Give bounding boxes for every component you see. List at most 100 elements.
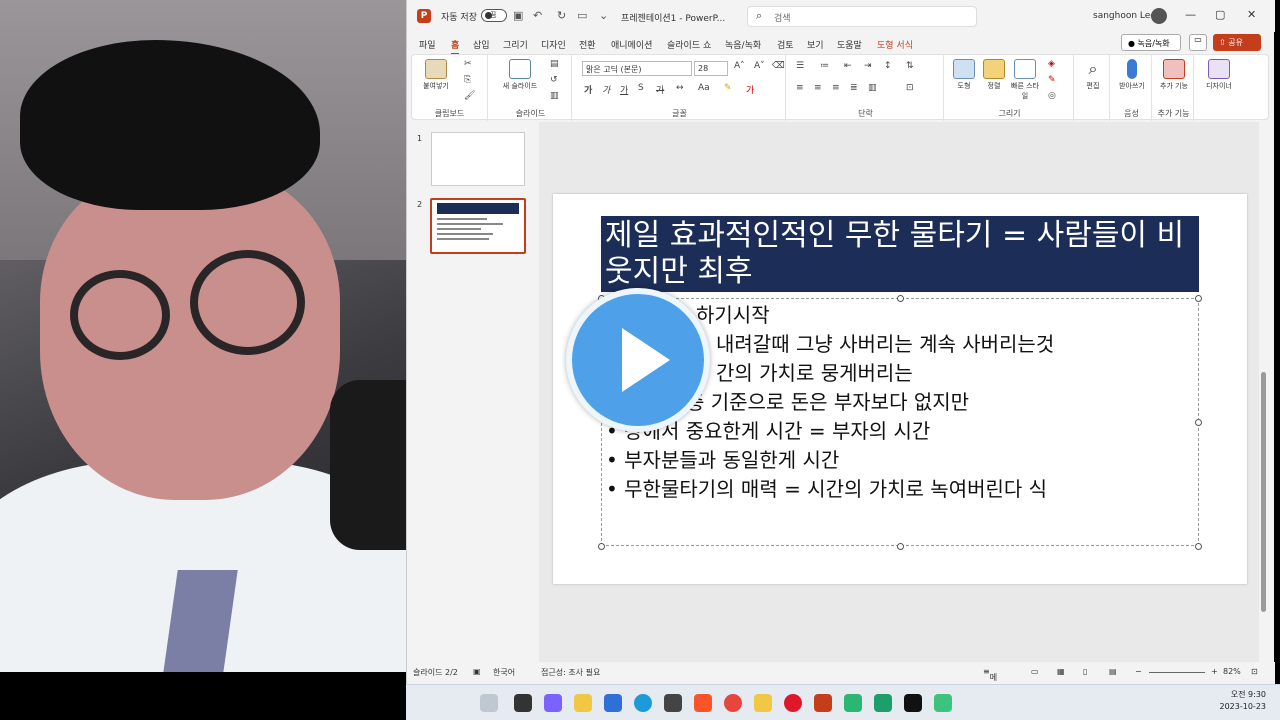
highlight-icon[interactable]: ✎	[724, 83, 732, 93]
weather-icon[interactable]	[480, 694, 498, 712]
copy-icon[interactable]: ⎘	[464, 75, 471, 85]
norton-icon[interactable]	[754, 694, 772, 712]
app-icon[interactable]	[844, 694, 862, 712]
slide-thumbnail-2[interactable]	[430, 198, 526, 254]
line-spacing-icon[interactable]: ↕	[884, 61, 892, 71]
bold-icon[interactable]: 가	[584, 83, 592, 96]
close-icon[interactable]: ✕	[1247, 8, 1256, 21]
shape-outline-icon[interactable]: ✎	[1048, 75, 1056, 85]
font-color-icon[interactable]: 가	[746, 83, 754, 96]
decrease-indent-icon[interactable]: ⇤	[844, 61, 852, 71]
designer-button[interactable]: 디자이너	[1200, 59, 1238, 91]
slide-sorter-icon[interactable]: ▦	[1057, 667, 1065, 676]
task-view-icon[interactable]	[514, 694, 532, 712]
slide-thumbnail-1[interactable]	[431, 132, 525, 186]
redo-icon[interactable]: ↻	[557, 9, 566, 22]
text-direction-icon[interactable]: ⇅	[906, 61, 914, 71]
font-size-select[interactable]: 28	[694, 61, 728, 76]
tab-shape-format[interactable]: 도형 서식	[877, 38, 913, 51]
share-button[interactable]: ⇧ 공유	[1213, 34, 1261, 51]
grow-font-icon[interactable]: A˄	[734, 61, 745, 71]
shape-effects-icon[interactable]: ◎	[1048, 91, 1056, 101]
align-right-icon[interactable]: ≡	[832, 83, 840, 93]
app-icon[interactable]	[934, 694, 952, 712]
minimize-icon[interactable]: —	[1185, 8, 1196, 21]
fit-slide-icon[interactable]: ⊡	[1251, 667, 1258, 676]
zoom-slider[interactable]	[1149, 672, 1205, 673]
addins-button[interactable]: 추가 기능	[1158, 59, 1190, 91]
present-icon[interactable]: ▭	[577, 9, 587, 22]
tab-insert[interactable]: 삽입	[473, 38, 490, 51]
language[interactable]: 한국어	[493, 667, 515, 678]
save-icon[interactable]: ▣	[513, 9, 523, 22]
tab-transitions[interactable]: 전환	[579, 38, 596, 51]
resize-handle[interactable]	[897, 295, 904, 302]
layout-icon[interactable]: ▤	[550, 59, 559, 69]
numbering-icon[interactable]: ≔	[820, 61, 829, 71]
powerpoint-taskbar-icon[interactable]	[814, 694, 832, 712]
maximize-icon[interactable]: ▢	[1215, 8, 1225, 21]
edge-icon[interactable]	[634, 694, 652, 712]
brave-icon[interactable]	[694, 694, 712, 712]
normal-view-icon[interactable]: ▭	[1031, 667, 1039, 676]
zoom-in-icon[interactable]: +	[1211, 667, 1218, 676]
tab-view[interactable]: 보기	[807, 38, 824, 51]
zoom-level[interactable]: 82%	[1223, 667, 1241, 676]
vertical-scrollbar[interactable]	[1259, 122, 1269, 662]
tab-file[interactable]: 파일	[419, 38, 436, 51]
record-button[interactable]: ● 녹음/녹화	[1121, 34, 1181, 51]
font-name-select[interactable]: 맑은 고딕 (본문)	[582, 61, 692, 76]
opera-icon[interactable]	[784, 694, 802, 712]
align-center-icon[interactable]: ≡	[814, 83, 822, 93]
resize-handle[interactable]	[1195, 543, 1202, 550]
chrome-icon[interactable]	[724, 694, 742, 712]
spacing-icon[interactable]: ↔	[676, 83, 684, 93]
system-clock[interactable]: 오전 9:30 2023-10-23	[1220, 689, 1267, 713]
tab-animations[interactable]: 애니메이션	[611, 38, 652, 51]
resize-handle[interactable]	[897, 543, 904, 550]
resize-handle[interactable]	[1195, 295, 1202, 302]
shape-fill-icon[interactable]: ◈	[1048, 59, 1055, 69]
tab-help[interactable]: 도움말	[837, 38, 862, 51]
underline-icon[interactable]: 가	[620, 83, 628, 96]
search-input[interactable]: ⌕ 검색	[747, 6, 977, 27]
resize-handle[interactable]	[598, 543, 605, 550]
accessibility-status[interactable]: 접근성: 조사 필요	[541, 667, 600, 678]
tab-slideshow[interactable]: 슬라이드 쇼	[667, 38, 711, 51]
tab-design[interactable]: 디자인	[541, 38, 566, 51]
avatar[interactable]	[1151, 8, 1167, 24]
tab-home[interactable]: 홈	[451, 38, 460, 55]
comment-icon[interactable]: ▭	[1189, 34, 1207, 51]
store-icon[interactable]	[664, 694, 682, 712]
clear-format-icon[interactable]: ⌫	[772, 61, 785, 71]
spellcheck-icon[interactable]: ▣	[473, 667, 481, 676]
dictate-button[interactable]: 받아쓰기	[1116, 59, 1148, 91]
notes-button[interactable]: ≡ 메모	[983, 667, 997, 693]
italic-icon[interactable]: 가	[602, 83, 610, 96]
strikethrough-icon[interactable]: 가	[656, 83, 664, 96]
scrollbar-thumb[interactable]	[1261, 372, 1266, 612]
columns-icon[interactable]: ▥	[868, 83, 877, 93]
paste-button[interactable]: 붙여넣기	[418, 59, 454, 91]
justify-icon[interactable]: ≣	[850, 83, 858, 93]
shapes-button[interactable]: 도형	[950, 59, 978, 91]
zoom-out-icon[interactable]: −	[1135, 667, 1142, 676]
resize-handle[interactable]	[1195, 419, 1202, 426]
reset-icon[interactable]: ↺	[550, 75, 558, 85]
tradingview-icon[interactable]	[904, 694, 922, 712]
shrink-font-icon[interactable]: A˅	[754, 61, 765, 71]
align-text-icon[interactable]: ⊡	[906, 83, 914, 93]
tab-recording[interactable]: 녹음/녹화	[725, 38, 761, 51]
cut-icon[interactable]: ✂	[464, 59, 472, 69]
customize-qat-icon[interactable]: ⌄	[599, 9, 608, 22]
user-name[interactable]: sanghoon Lee	[1093, 11, 1156, 21]
edit-button[interactable]: ⌕ 편집	[1080, 59, 1106, 91]
teams-icon[interactable]	[544, 694, 562, 712]
play-button-icon[interactable]	[566, 288, 710, 432]
tab-review[interactable]: 검토	[777, 38, 794, 51]
increase-indent-icon[interactable]: ⇥	[864, 61, 872, 71]
format-painter-icon[interactable]: 🖌	[464, 91, 475, 101]
slideshow-icon[interactable]: ▤	[1109, 667, 1117, 676]
shadow-icon[interactable]: S	[638, 83, 644, 93]
slide-title[interactable]: 제일 효과적인적인 무한 물타기 = 사람들이 비웃지만 최후	[601, 216, 1199, 292]
